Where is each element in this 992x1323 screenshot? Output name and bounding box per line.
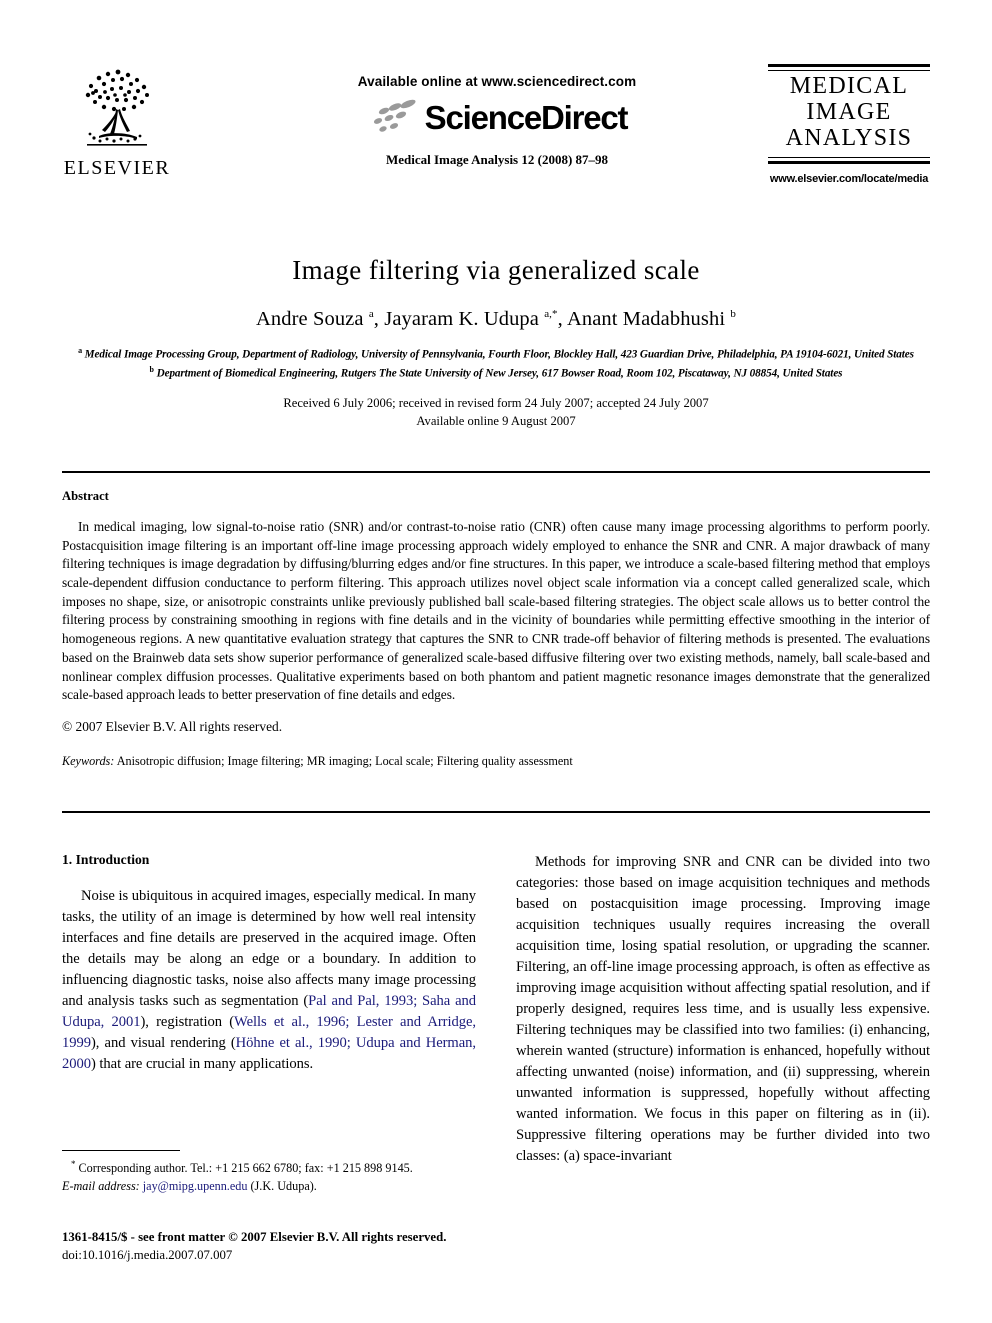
journal-logo-line-2: IMAGE (806, 98, 892, 125)
intro-paragraph-left: Noise is ubiquitous in acquired images, … (62, 888, 477, 1072)
affiliation-mark-b: b (149, 364, 154, 374)
email-owner: (J.K. Udupa). (250, 1178, 317, 1193)
journal-logo-line-1: MEDICAL (789, 73, 909, 99)
page-header: ELSEVIER Available online at www.science… (62, 64, 930, 204)
imprint-block: 1361-8415/$ - see front matter © 2007 El… (62, 1228, 532, 1264)
affiliation-a: a Medical Image Processing Group, Depart… (62, 345, 930, 364)
footnote-block: * Corresponding author. Tel.: +1 215 662… (62, 1150, 476, 1195)
page-title: Image filtering via generalized scale (292, 255, 700, 285)
abstract-text: In medical imaging, low signal-to-noise … (62, 519, 930, 703)
elsevier-logo: ELSEVIER (62, 64, 172, 178)
publication-dates: Received 6 July 2006; received in revise… (62, 395, 930, 431)
keywords-label: Keywords: (62, 753, 115, 768)
footnote-marker: * (71, 1159, 76, 1169)
sciencedirect-block: Available online at www.sciencedirect.co… (282, 74, 712, 168)
email-address-label: E-mail address: (62, 1178, 140, 1193)
affiliation-list: a Medical Image Processing Group, Depart… (62, 345, 930, 382)
keywords-value: Anisotropic diffusion; Image filtering; … (116, 753, 573, 768)
corresponding-author-text: Corresponding author. Tel.: +1 215 662 6… (78, 1161, 413, 1176)
intro-paragraph-right: Methods for improving SNR and CNR can be… (516, 854, 930, 1164)
abstract-top-divider (62, 471, 930, 473)
journal-url[interactable]: www.elsevier.com/locate/media (768, 173, 930, 185)
footnote-divider (62, 1150, 180, 1151)
affiliation-b-text: Department of Biomedical Engineering, Ru… (156, 367, 843, 380)
affiliation-mark-a: a (78, 346, 82, 355)
abstract-copyright: © 2007 Elsevier B.V. All rights reserved… (62, 719, 283, 735)
issn-front-matter-line: 1361-8415/$ - see front matter © 2007 El… (62, 1230, 447, 1244)
keywords-line: Keywords: Anisotropic diffusion; Image f… (62, 754, 930, 769)
article-page: ELSEVIER Available online at www.science… (0, 0, 992, 1323)
journal-logo-text: MEDICAL IMAGE ANALYSIS (768, 71, 930, 154)
journal-logo-line-3: ANALYSIS (785, 124, 913, 151)
abstract-heading: Abstract (62, 489, 109, 503)
elsevier-tree-icon (85, 69, 149, 146)
title-block: Image filtering via generalized scale An… (62, 255, 930, 431)
right-column: Methods for improving SNR and CNR can be… (516, 852, 930, 1167)
left-column: 1. Introduction Noise is ubiquitous in a… (62, 852, 476, 1075)
section-heading-introduction: 1. Introduction (62, 852, 150, 867)
available-online-text: Available online at www.sciencedirect.co… (357, 74, 637, 89)
logo-rule-bottom (768, 156, 930, 164)
sciencedirect-dots-icon (373, 99, 416, 132)
author-list: Andre Souza a, Jayaram K. Udupa a,*, Ana… (256, 308, 736, 330)
affiliation-a-text: Medical Image Processing Group, Departme… (84, 348, 914, 361)
journal-logo: MEDICAL IMAGE ANALYSIS www.elsevier.com/… (768, 64, 930, 185)
received-dates-line: Received 6 July 2006; received in revise… (283, 396, 709, 411)
corresponding-author-note: * Corresponding author. Tel.: +1 215 662… (62, 1158, 476, 1195)
journal-citation-line: Medical Image Analysis 12 (2008) 87–98 (385, 152, 609, 167)
available-online-line: Available online 9 August 2007 (416, 414, 576, 429)
affiliation-b: b Department of Biomedical Engineering, … (62, 364, 930, 383)
elsevier-wordmark: ELSEVIER (63, 157, 171, 179)
doi-line[interactable]: doi:10.1016/j.media.2007.07.007 (62, 1246, 532, 1264)
email-link[interactable]: jay@mipg.upenn.edu (143, 1179, 248, 1193)
sciencedirect-wordmark: ScienceDirect (424, 98, 629, 136)
abstract-bottom-divider (62, 811, 930, 813)
logo-rule-top (768, 64, 930, 71)
abstract-section: Abstract In medical imaging, low signal-… (62, 489, 930, 769)
